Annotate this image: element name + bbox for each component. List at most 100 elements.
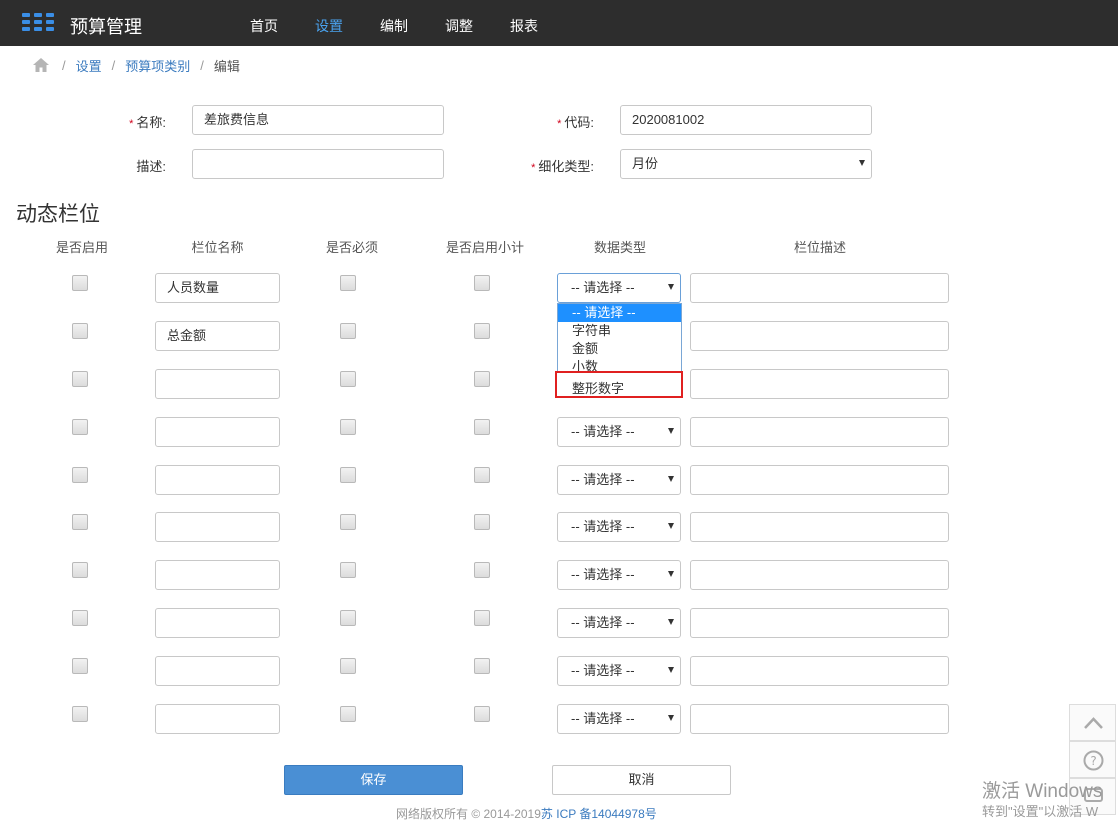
- col-header-field-desc: 栏位描述: [793, 240, 846, 255]
- field-name-input[interactable]: [155, 704, 280, 734]
- required-checkbox[interactable]: [340, 610, 356, 626]
- field-description-input[interactable]: [690, 656, 949, 686]
- nav-edit[interactable]: 编制: [380, 16, 408, 36]
- subtype-select[interactable]: 月份: [620, 149, 872, 179]
- field-name-input[interactable]: [155, 369, 280, 399]
- field-description-input[interactable]: [690, 273, 949, 303]
- data-type-select[interactable]: -- 请选择 --: [557, 465, 681, 495]
- field-description-input[interactable]: [690, 417, 949, 447]
- required-checkbox[interactable]: [340, 562, 356, 578]
- name-label: * 名称:: [129, 115, 166, 130]
- field-description-input[interactable]: [690, 321, 949, 351]
- required-mark: *: [557, 118, 562, 130]
- data-type-select[interactable]: -- 请选择 --: [557, 608, 681, 638]
- help-button[interactable]: ?: [1069, 741, 1116, 778]
- field-description-input[interactable]: [690, 608, 949, 638]
- description-input[interactable]: [192, 149, 444, 179]
- field-name-input[interactable]: [155, 512, 280, 542]
- dropdown-option-amount[interactable]: 金额: [558, 340, 681, 358]
- subtotal-checkbox[interactable]: [474, 323, 490, 339]
- subtotal-checkbox[interactable]: [474, 706, 490, 722]
- dropdown-option-integer[interactable]: 整形数字: [555, 371, 683, 398]
- name-input[interactable]: 差旅费信息: [192, 105, 444, 135]
- field-description-input[interactable]: [690, 465, 949, 495]
- dropdown-option-string[interactable]: 字符串: [558, 322, 681, 340]
- field-name-input[interactable]: 总金额: [155, 321, 280, 351]
- data-type-select[interactable]: -- 请选择 --: [557, 273, 681, 303]
- enabled-checkbox[interactable]: [72, 467, 88, 483]
- subtotal-checkbox[interactable]: [474, 610, 490, 626]
- data-type-dropdown-list[interactable]: -- 请选择 -- 字符串 金额 小数: [557, 303, 682, 381]
- app-grid-icon[interactable]: [22, 13, 58, 33]
- footer-icp-link[interactable]: 苏 ICP 备14044978号: [541, 807, 657, 821]
- cancel-button[interactable]: 取消: [552, 765, 731, 795]
- data-type-select[interactable]: -- 请选择 --: [557, 417, 681, 447]
- required-checkbox[interactable]: [340, 323, 356, 339]
- data-type-select[interactable]: -- 请选择 --: [557, 560, 681, 590]
- subtotal-checkbox[interactable]: [474, 419, 490, 435]
- field-name-input[interactable]: [155, 608, 280, 638]
- subtotal-checkbox[interactable]: [474, 467, 490, 483]
- data-type-select[interactable]: -- 请选择 --: [557, 704, 681, 734]
- required-checkbox[interactable]: [340, 706, 356, 722]
- subtype-select-value: 月份: [632, 156, 659, 171]
- footer: 网络版权所有 © 2014-2019苏 ICP 备14044978号: [396, 805, 657, 822]
- enabled-checkbox[interactable]: [72, 323, 88, 339]
- data-type-select-value: -- 请选择 --: [571, 567, 635, 582]
- required-checkbox[interactable]: [340, 467, 356, 483]
- required-checkbox[interactable]: [340, 371, 356, 387]
- required-checkbox[interactable]: [340, 514, 356, 530]
- field-description-input[interactable]: [690, 369, 949, 399]
- nav-home[interactable]: 首页: [250, 16, 278, 36]
- breadcrumb-separator: /: [111, 57, 116, 73]
- enabled-checkbox[interactable]: [72, 514, 88, 530]
- field-name-input[interactable]: 人员数量: [155, 273, 280, 303]
- required-checkbox[interactable]: [340, 419, 356, 435]
- save-button[interactable]: 保存: [284, 765, 463, 795]
- subtotal-checkbox[interactable]: [474, 514, 490, 530]
- back-to-top-button[interactable]: [1069, 704, 1116, 741]
- col-header-field-name: 栏位名称: [191, 240, 244, 255]
- data-type-select[interactable]: -- 请选择 --: [557, 512, 681, 542]
- subtotal-checkbox[interactable]: [474, 371, 490, 387]
- home-icon[interactable]: [32, 57, 50, 73]
- enabled-checkbox[interactable]: [72, 371, 88, 387]
- required-checkbox[interactable]: [340, 275, 356, 291]
- code-input[interactable]: 2020081002: [620, 105, 872, 135]
- subtype-label: * 细化类型:: [531, 159, 594, 174]
- field-name-input[interactable]: [155, 560, 280, 590]
- enabled-checkbox[interactable]: [72, 610, 88, 626]
- breadcrumb-separator: /: [200, 57, 204, 73]
- col-header-enabled: 是否启用: [55, 240, 108, 255]
- col-header-data-type: 数据类型: [593, 240, 646, 255]
- dropdown-option-placeholder[interactable]: -- 请选择 --: [558, 304, 681, 322]
- question-icon: ?: [1083, 750, 1104, 771]
- breadcrumb-budget-category[interactable]: 预算项类别: [125, 56, 190, 75]
- nav-settings[interactable]: 设置: [315, 16, 343, 36]
- field-description-input[interactable]: [690, 560, 949, 590]
- code-label: * 代码:: [557, 115, 594, 130]
- field-description-input[interactable]: [690, 512, 949, 542]
- chevron-down-icon: [668, 428, 674, 434]
- field-name-input[interactable]: [155, 417, 280, 447]
- subtotal-checkbox[interactable]: [474, 658, 490, 674]
- subtotal-checkbox[interactable]: [474, 275, 490, 291]
- nav-reports[interactable]: 报表: [510, 16, 538, 36]
- breadcrumb-settings[interactable]: 设置: [76, 56, 102, 75]
- chevron-down-icon: [668, 476, 674, 482]
- subtotal-checkbox[interactable]: [474, 562, 490, 578]
- enabled-checkbox[interactable]: [72, 706, 88, 722]
- field-description-input[interactable]: [690, 704, 949, 734]
- data-type-select[interactable]: -- 请选择 --: [557, 656, 681, 686]
- enabled-checkbox[interactable]: [72, 562, 88, 578]
- data-type-select-value: -- 请选择 --: [571, 711, 635, 726]
- enabled-checkbox[interactable]: [72, 419, 88, 435]
- required-checkbox[interactable]: [340, 658, 356, 674]
- nav-adjust[interactable]: 调整: [445, 16, 473, 36]
- field-name-input[interactable]: [155, 656, 280, 686]
- data-type-select-value: -- 请选择 --: [571, 280, 635, 295]
- top-navbar: 预算管理 首页 设置 编制 调整 报表: [0, 0, 1118, 46]
- field-name-input[interactable]: [155, 465, 280, 495]
- enabled-checkbox[interactable]: [72, 658, 88, 674]
- enabled-checkbox[interactable]: [72, 275, 88, 291]
